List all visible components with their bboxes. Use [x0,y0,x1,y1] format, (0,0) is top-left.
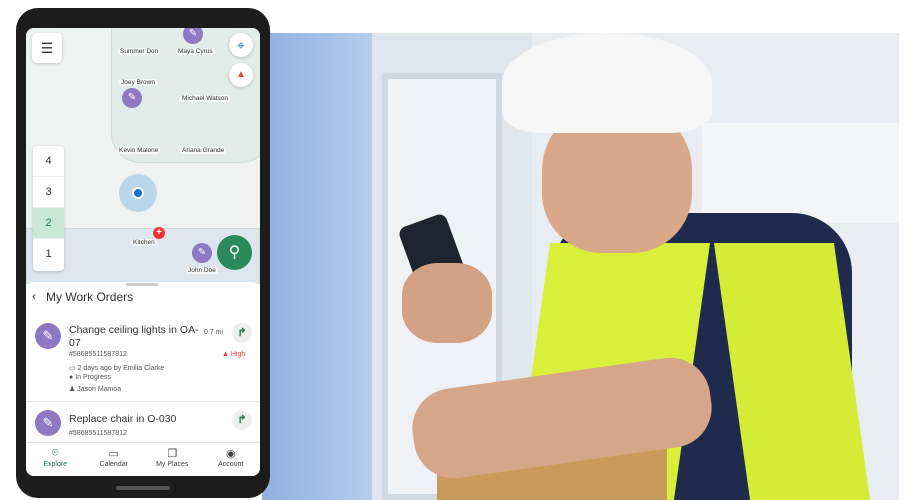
account-icon: ◉ [225,448,236,460]
assignee-text: Jason Mamoa [77,386,122,393]
calendar-icon: ▭ [108,448,119,460]
back-icon[interactable]: ‹ [32,289,36,303]
directions-button[interactable]: ↱ [232,410,252,430]
compass-button[interactable]: ▲ [229,63,253,87]
room-label: Maya Cyrus [176,48,215,55]
phone-mockup: Summer Don Maya Cyrus Joey Brown Michael… [16,8,270,498]
room-label: Ariana Grande [180,147,227,154]
priority-label: High [230,351,246,358]
floor-selector: 4 3 2 1 [33,146,64,271]
room-label: Kevin Malone [117,147,161,154]
location-pin-icon: ⌾ [51,447,59,459]
status-text: In Progress [75,374,111,381]
bottom-nav: ⌾ Explore ▭ Calendar ❐ My Places ◉ Account [26,442,260,476]
locate-button[interactable]: ⌖ [229,33,253,57]
nav-label: My Places [156,461,189,468]
nav-my-places[interactable]: ❐ My Places [143,443,202,476]
hamburger-icon: ☰ [40,40,54,56]
drag-handle[interactable] [126,283,158,286]
floor-3-button[interactable]: 3 [33,177,64,208]
distance: 0.7 mi [204,329,224,336]
created-text: 2 days ago by Emilia Clarke [77,365,165,372]
nav-label: Calendar [99,461,128,468]
nav-account[interactable]: ◉ Account [202,443,261,476]
nav-explore[interactable]: ⌾ Explore [26,443,85,476]
directions-button[interactable]: ↱ [232,323,252,343]
menu-button[interactable]: ☰ [32,33,62,63]
work-order-item[interactable]: ✎ Change ceiling lights in OA-07 0.7 mi … [26,314,260,402]
work-order-id: #58685511587812 [69,430,127,437]
room-label: Summer Don [118,48,161,55]
user-location-icon [119,174,157,212]
work-order-icon: ✎ [35,410,61,436]
room-label: Kitchen [131,239,157,246]
assignee-info: ♟ Jason Mamoa [69,386,122,393]
panel-title: My Work Orders [46,290,134,304]
bookmarks-icon: ❐ [167,448,178,460]
work-order-pin[interactable]: ✎ [122,88,142,108]
room-label: John Doe [186,267,218,274]
work-order-pin[interactable]: ✎ [192,243,212,263]
home-indicator [116,486,170,490]
first-aid-icon: + [153,227,165,239]
work-order-item[interactable]: ✎ Replace chair in O-030 ↱ #586855115878… [26,403,260,443]
floor-2-button[interactable]: 2 [33,208,64,239]
room-label: Joey Brown [119,79,157,86]
room-label: Michael Watson [180,95,230,102]
nav-label: Account [218,461,244,468]
compass-icon: ▲ [236,69,246,80]
app-screen: Summer Don Maya Cyrus Joey Brown Michael… [26,28,260,476]
nav-label: Explore [43,461,68,468]
worker-photo [262,33,899,500]
work-order-title: Change ceiling lights in OA-07 [69,324,199,349]
floor-map[interactable]: Summer Don Maya Cyrus Joey Brown Michael… [26,28,260,284]
work-order-title: Replace chair in O-030 [69,413,177,425]
work-orders-panel: ‹ My Work Orders ✎ Change ceiling lights… [26,282,260,444]
crosshair-icon: ⌖ [237,37,245,53]
work-order-id: #58685511587812 [69,351,127,358]
created-info: ▭ 2 days ago by Emilia Clarke [69,365,165,372]
status-info: ● In Progress [69,374,111,381]
nav-calendar[interactable]: ▭ Calendar [85,443,144,476]
search-button[interactable]: ⚲ [217,235,252,270]
priority-badge: ▲ High [222,351,246,358]
floor-4-button[interactable]: 4 [33,146,64,177]
work-order-icon: ✎ [35,323,61,349]
floor-1-button[interactable]: 1 [33,239,64,270]
search-icon: ⚲ [228,244,241,261]
